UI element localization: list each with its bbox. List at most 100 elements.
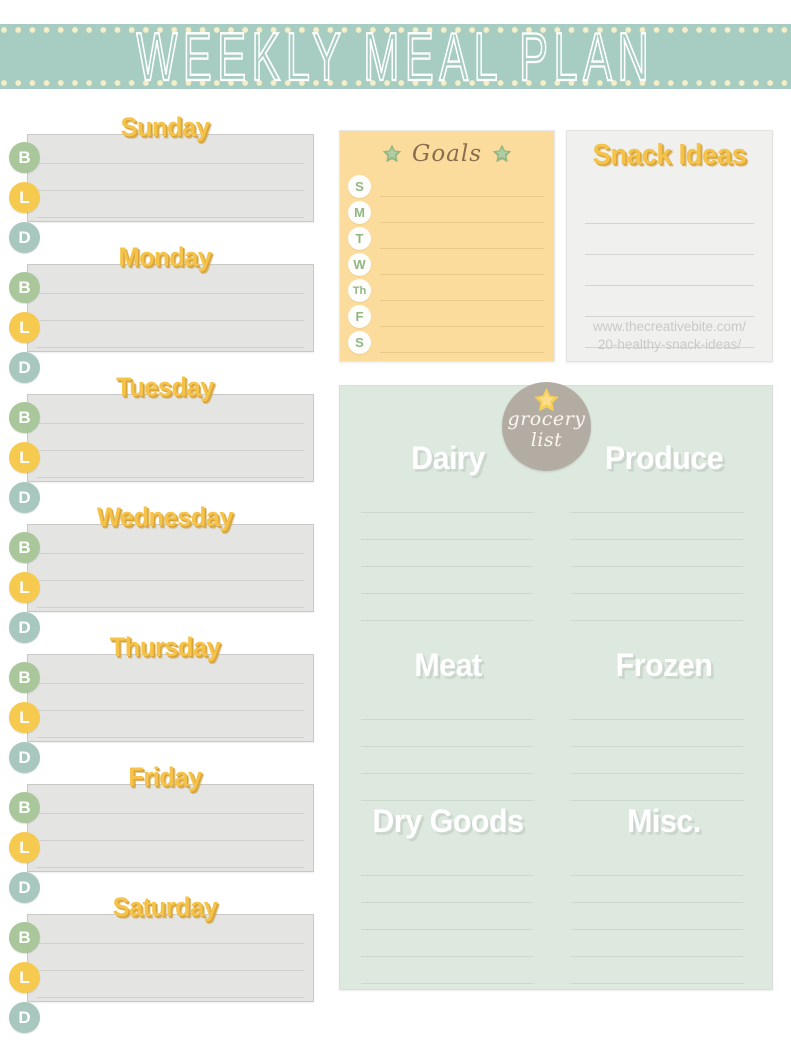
snack-write-line[interactable]	[585, 286, 754, 317]
day-title: Friday	[128, 762, 202, 792]
snack-write-line[interactable]	[585, 193, 754, 224]
grocery-write-line[interactable]	[571, 567, 743, 594]
grocery-write-line[interactable]	[361, 513, 533, 540]
grocery-write-line[interactable]	[571, 849, 743, 876]
grocery-write-line[interactable]	[571, 774, 743, 801]
meal-markers: BLD	[9, 662, 45, 782]
star-icon	[382, 144, 402, 163]
grocery-write-line[interactable]	[361, 930, 533, 957]
dinner-marker: D	[9, 872, 40, 903]
grocery-write-line[interactable]	[361, 876, 533, 903]
day-card[interactable]	[27, 914, 314, 1002]
goal-row[interactable]: Th	[346, 279, 546, 305]
day-line	[37, 293, 304, 294]
grocery-section-title: Produce	[604, 440, 724, 476]
grocery-write-line[interactable]	[361, 567, 533, 594]
page-header-banner: WEEKLY MEAL PLAN	[0, 20, 791, 91]
grocery-write-line[interactable]	[571, 903, 743, 930]
grocery-write-line[interactable]	[361, 540, 533, 567]
day-line	[37, 423, 304, 424]
goals-header: Goals	[340, 137, 554, 171]
day-card[interactable]	[27, 134, 314, 222]
day-card[interactable]	[27, 264, 314, 352]
grocery-write-line[interactable]	[571, 513, 743, 540]
snack-url-line1: www.thecreativebite.com/	[592, 319, 747, 334]
grocery-write-line[interactable]	[571, 876, 743, 903]
grocery-write-line[interactable]	[361, 903, 533, 930]
snack-url-line2: 20-healthy-snack-ideas/	[597, 337, 742, 352]
grocery-write-line[interactable]	[361, 957, 533, 984]
goal-write-line	[380, 274, 544, 275]
lunch-marker: L	[9, 442, 40, 473]
day-title: Thursday	[109, 632, 221, 662]
goal-row[interactable]: S	[346, 175, 546, 201]
grocery-write-line[interactable]	[571, 720, 743, 747]
lunch-marker: L	[9, 182, 40, 213]
grocery-write-line[interactable]	[361, 486, 533, 513]
grocery-section-title: Meat	[414, 647, 482, 683]
breakfast-marker: B	[9, 142, 40, 173]
grocery-write-line[interactable]	[361, 720, 533, 747]
day-line	[37, 580, 304, 581]
day-card[interactable]	[27, 784, 314, 872]
grocery-list-badge: grocery list	[502, 382, 591, 471]
grocery-write-line[interactable]	[571, 693, 743, 720]
grocery-write-line[interactable]	[571, 540, 743, 567]
snack-ideas-title: Snack Ideas	[592, 139, 747, 171]
goal-row[interactable]: S	[346, 331, 546, 357]
day-line	[37, 970, 304, 971]
grocery-section-title: Misc.	[627, 803, 701, 839]
breakfast-marker: B	[9, 402, 40, 433]
grocery-write-line[interactable]	[361, 747, 533, 774]
dinner-marker: D	[9, 482, 40, 513]
day-card[interactable]	[27, 524, 314, 612]
lunch-marker: L	[9, 832, 40, 863]
grocery-write-line[interactable]	[361, 849, 533, 876]
goal-day-marker: M	[348, 201, 371, 224]
goal-row[interactable]: W	[346, 253, 546, 279]
goal-write-line	[380, 300, 544, 301]
meal-markers: BLD	[9, 922, 45, 1042]
grocery-write-line[interactable]	[571, 594, 743, 621]
day-list: B L D Sunday B L D Monday B L D Tuesday B L D Wednesday…	[0, 112, 330, 1033]
day-line	[37, 190, 304, 191]
lunch-marker: L	[9, 572, 40, 603]
grocery-write-line[interactable]	[361, 693, 533, 720]
snack-ideas-panel: Snack Ideas www.thecreativebite.com/ 20-…	[566, 130, 773, 362]
lunch-marker: L	[9, 312, 40, 343]
goals-panel: Goals S M T W Th F S	[339, 130, 555, 362]
day-line	[37, 737, 304, 738]
grocery-write-line[interactable]	[571, 957, 743, 984]
grocery-badge-text: grocery list	[502, 409, 591, 451]
day-title: Saturday	[112, 892, 218, 922]
dinner-marker: D	[9, 352, 40, 383]
lunch-marker: L	[9, 962, 40, 993]
grocery-write-line[interactable]	[571, 747, 743, 774]
grocery-write-line[interactable]	[571, 930, 743, 957]
day-title: Wednesday	[96, 502, 234, 532]
goal-day-marker: Th	[348, 279, 371, 302]
goal-day-marker: T	[348, 227, 371, 250]
grocery-write-line[interactable]	[361, 774, 533, 801]
day-line	[37, 347, 304, 348]
dinner-marker: D	[9, 742, 40, 773]
goal-row[interactable]: M	[346, 201, 546, 227]
goal-day-marker: S	[348, 175, 371, 198]
goal-day-marker: W	[348, 253, 371, 276]
goal-row[interactable]: T	[346, 227, 546, 253]
day-card[interactable]	[27, 654, 314, 742]
day-card[interactable]	[27, 394, 314, 482]
goal-write-line	[380, 222, 544, 223]
goal-day-marker: F	[348, 305, 371, 328]
snack-write-line[interactable]	[585, 224, 754, 255]
day-block: B L D Monday	[0, 242, 330, 383]
breakfast-marker: B	[9, 792, 40, 823]
grocery-write-line[interactable]	[571, 486, 743, 513]
goal-row[interactable]: F	[346, 305, 546, 331]
grocery-section-lines	[361, 486, 533, 621]
day-line	[37, 553, 304, 554]
meal-markers: BLD	[9, 142, 45, 262]
grocery-write-line[interactable]	[361, 594, 533, 621]
day-block: B L D Tuesday	[0, 372, 330, 513]
snack-write-line[interactable]	[585, 255, 754, 286]
